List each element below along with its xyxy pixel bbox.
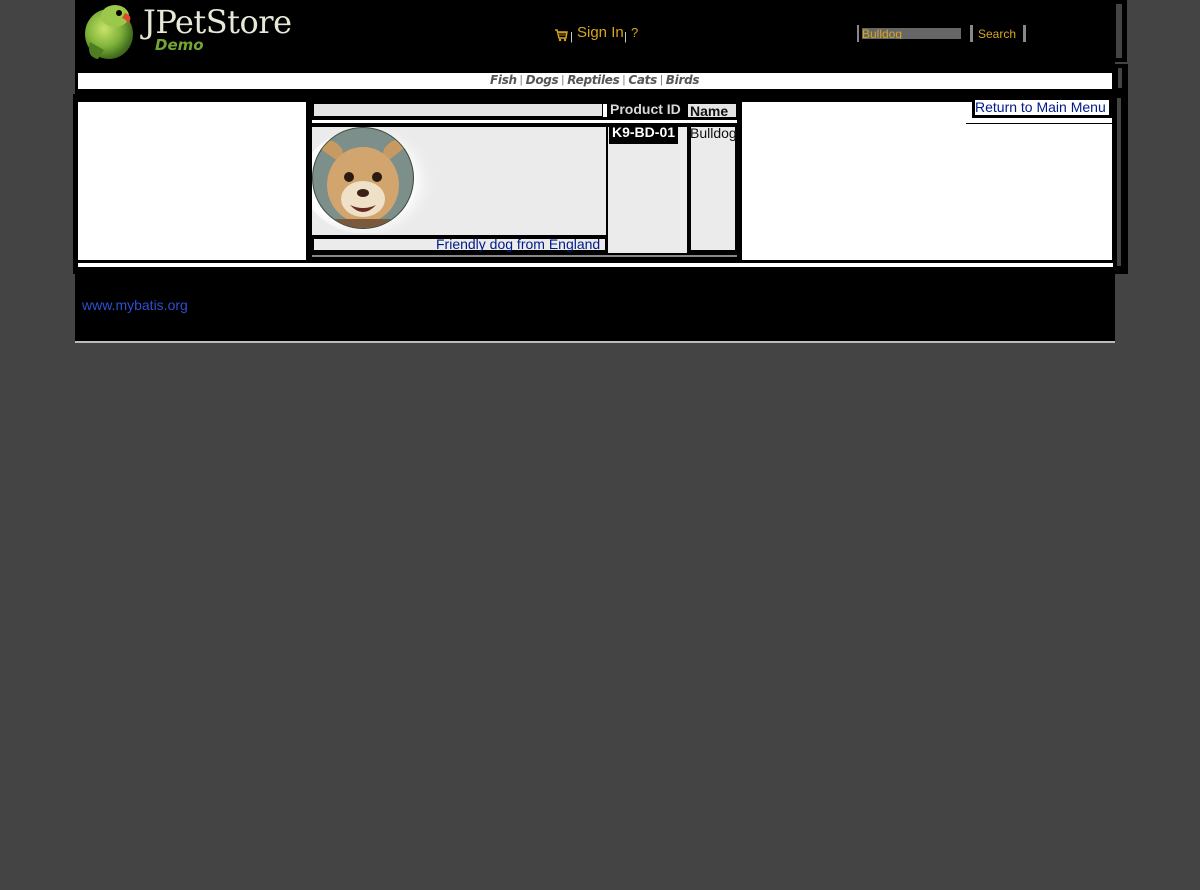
footer-rule (75, 341, 1115, 343)
menu-divider (966, 123, 1113, 124)
header-separator: | (570, 31, 573, 43)
search-input[interactable] (862, 28, 961, 39)
search-button-label: Search (978, 27, 1017, 41)
search-divider (857, 25, 859, 42)
table-header-name: Name (688, 103, 736, 119)
table-cell-product-id (608, 127, 687, 253)
table-cell-name (691, 127, 735, 250)
mybatis-link[interactable]: www.mybatis.org (82, 297, 188, 313)
category-birds[interactable]: Birds (666, 73, 700, 87)
category-reptiles[interactable]: Reptiles (567, 73, 620, 87)
right-panel (742, 102, 1112, 260)
content-edge (1117, 98, 1121, 266)
category-links: Fish | Dogs | Reptiles | Cats | Birds (490, 72, 700, 88)
table-header-image (314, 104, 602, 116)
table-header-divider (603, 104, 607, 117)
category-bar-edge (1118, 68, 1122, 88)
logo-subtitle: Demo (155, 36, 204, 54)
category-separator: | (622, 74, 626, 86)
table-header-product-id-label: Product ID (610, 101, 681, 117)
table-header-product-id: Product ID (608, 101, 686, 117)
product-description[interactable]: Friendly dog from England (436, 236, 600, 252)
return-to-main-menu-link[interactable]: Return to Main Menu (975, 99, 1106, 115)
product-name: Bulldog (690, 125, 736, 141)
category-separator: | (659, 74, 663, 86)
category-fish[interactable]: Fish (490, 73, 517, 87)
table-bottom-rule (312, 255, 737, 257)
category-cats[interactable]: Cats (628, 73, 657, 87)
product-id-label: K9-BD-01 (612, 124, 676, 140)
sign-in-link[interactable]: Sign In (577, 24, 624, 41)
product-id-link[interactable]: K9-BD-01 (609, 124, 678, 144)
help-link[interactable]: ? (631, 25, 638, 40)
search-button[interactable]: Search (970, 25, 1026, 42)
dog-photo[interactable] (312, 127, 438, 233)
cart-icon[interactable] (554, 28, 568, 42)
category-dogs[interactable]: Dogs (526, 73, 559, 87)
table-row-separator (312, 120, 737, 123)
content-bottom-rule (78, 263, 1113, 267)
header-edge (1115, 0, 1127, 62)
category-separator: | (561, 74, 565, 86)
page-footer (75, 274, 1115, 341)
header-separator: | (624, 31, 627, 43)
left-panel (78, 102, 306, 260)
table-header-name-label: Name (690, 103, 729, 119)
category-separator: | (519, 74, 523, 86)
